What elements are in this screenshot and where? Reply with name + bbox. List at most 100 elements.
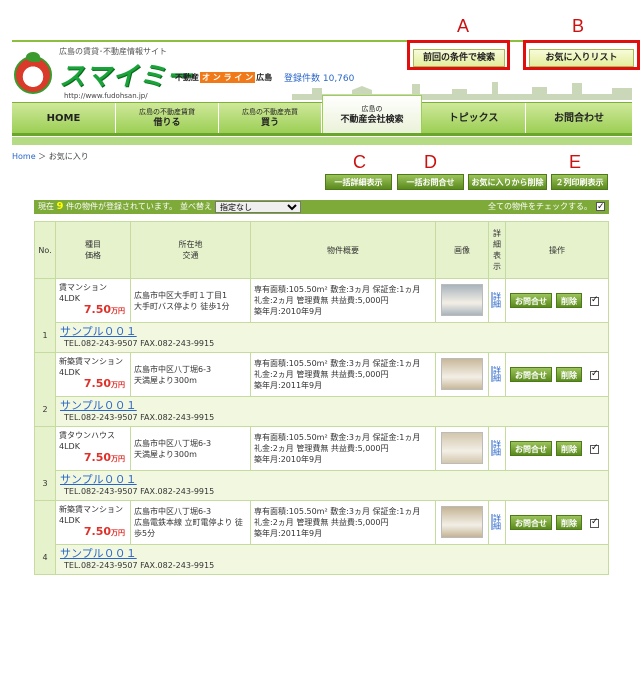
row-checkbox[interactable] xyxy=(590,443,599,454)
breadcrumb-current: お気に入り xyxy=(48,152,89,161)
row-price-unit: 万円 xyxy=(111,529,125,537)
nav-topics[interactable]: トピックス xyxy=(422,103,526,133)
table-row: 3 賃タウンハウス 4LDK 7.50万円 広島市中区八丁堀6-3 天満屋より300m 専有… xyxy=(34,426,609,501)
row-price: 7.50万円 xyxy=(59,452,127,465)
row-price: 7.50万円 xyxy=(59,378,127,391)
nav-subbar xyxy=(12,137,632,145)
header-price-label: 価格 xyxy=(85,251,101,260)
header-type-label: 種目 xyxy=(85,240,101,249)
nav-contact[interactable]: お問合わせ xyxy=(526,103,632,133)
row-access: 大手町バス停より 徒歩1分 xyxy=(134,301,230,311)
nav-company-search[interactable]: 広島の 不動産会社検索 xyxy=(322,95,422,133)
shop-name-link[interactable]: サンプル００１ xyxy=(60,547,604,560)
shop-name-link[interactable]: サンプル００１ xyxy=(60,473,604,486)
property-thumbnail[interactable] xyxy=(441,357,483,390)
nav-home[interactable]: HOME xyxy=(12,103,116,133)
annotation-d: D xyxy=(424,152,437,172)
breadcrumb-home[interactable]: Home xyxy=(12,152,36,161)
shop-tel: TEL.082-243-9507 FAX.082-243-9915 xyxy=(64,487,215,496)
sub-brand: 不動産オ ン ラ イ ン広島 xyxy=(175,72,272,83)
row-spec-1: 専有面積:105.50m² 敷金:3ヵ月 保証金:1ヵ月 xyxy=(254,507,421,516)
nav-rent-sub: 広島の不動産賃貸 xyxy=(139,108,195,116)
annotation-b: B xyxy=(572,16,585,36)
row-type: 新築賃マンション xyxy=(59,357,123,366)
sort-select[interactable]: 指定なし xyxy=(215,201,301,213)
row-detail-cell: 詳細 xyxy=(488,278,506,323)
property-thumbnail[interactable] xyxy=(441,431,483,464)
header-image: 画像 xyxy=(435,221,489,279)
row-address: 広島市中区八丁堀6-3 xyxy=(134,364,212,374)
row-checkbox[interactable] xyxy=(590,369,599,380)
table-row: 1 賃マンション 4LDK 7.50万円 広島市中区大手町１丁目1 大手町バス停より 徒歩… xyxy=(34,278,609,353)
favorites-table: No. 種目 価格 所在地 交通 物件概要 画像 詳細表示 操作 1 賃マンション 4L… xyxy=(34,221,609,575)
nav-rent[interactable]: 広島の不動産賃貸 借りる xyxy=(116,103,219,133)
row-summary-cell: 専有面積:105.50m² 敷金:3ヵ月 保証金:1ヵ月 礼金:2ヵ月 管理費無 … xyxy=(250,352,436,397)
logo-icon[interactable] xyxy=(14,52,52,94)
property-thumbnail[interactable] xyxy=(441,283,483,316)
row-price-value: 7.50 xyxy=(83,377,111,390)
row-shop-cell: サンプル００１ TEL.082-243-9507 FAX.082-243-9915 xyxy=(55,396,609,427)
row-spec-1: 専有面積:105.50m² 敷金:3ヵ月 保証金:1ヵ月 xyxy=(254,285,421,294)
detail-link[interactable]: 詳細 xyxy=(492,292,503,308)
inquiry-button[interactable]: お問合せ xyxy=(510,515,552,530)
header-summary: 物件概要 xyxy=(250,221,436,279)
inquiry-button[interactable]: お問合せ xyxy=(510,293,552,308)
status-bar: 現在 9 件の物件が登録されています。 並べ替え 指定なし 全ての物件をチェック… xyxy=(34,200,609,214)
table-row: 2 新築賃マンション 4LDK 7.50万円 広島市中区八丁堀6-3 天満屋より300m 専… xyxy=(34,352,609,427)
delete-button[interactable]: 削除 xyxy=(556,293,582,308)
row-type: 新築賃マンション xyxy=(59,505,123,514)
row-image-cell xyxy=(435,426,489,471)
row-spec-3: 築年月:2011年9月 xyxy=(254,381,323,390)
sub-brand-suffix: 広島 xyxy=(256,73,273,82)
shop-name-link[interactable]: サンプル００１ xyxy=(60,399,604,412)
site-logo[interactable]: スマイミー xyxy=(59,56,193,93)
inquiry-button[interactable]: お問合せ xyxy=(510,441,552,456)
row-price: 7.50万円 xyxy=(59,304,127,317)
row-image-cell xyxy=(435,500,489,545)
delete-button[interactable]: 削除 xyxy=(556,441,582,456)
row-type-cell: 新築賃マンション 4LDK 7.50万円 xyxy=(55,352,131,397)
property-thumbnail[interactable] xyxy=(441,505,483,538)
check-all-checkbox[interactable] xyxy=(596,200,605,214)
remove-favorites-button[interactable]: お気に入りから削除 xyxy=(468,174,547,190)
detail-link[interactable]: 詳細 xyxy=(492,440,503,456)
row-shop-cell: サンプル００１ TEL.082-243-9507 FAX.082-243-9915 xyxy=(55,544,609,575)
row-detail-cell: 詳細 xyxy=(488,426,506,471)
row-price-value: 7.50 xyxy=(83,451,111,464)
delete-button[interactable]: 削除 xyxy=(556,367,582,382)
shop-tel: TEL.082-243-9507 FAX.082-243-9915 xyxy=(64,561,215,570)
row-checkbox[interactable] xyxy=(590,517,599,528)
delete-button[interactable]: 削除 xyxy=(556,515,582,530)
row-spec-1: 専有面積:105.50m² 敷金:3ヵ月 保証金:1ヵ月 xyxy=(254,433,421,442)
nav-topics-label: トピックス xyxy=(448,112,499,124)
row-summary-cell: 専有面積:105.50m² 敷金:3ヵ月 保証金:1ヵ月 礼金:2ヵ月 管理費無 … xyxy=(250,278,436,323)
status-suffix: 件の物件が登録されています。 xyxy=(66,202,178,211)
row-type: 賃タウンハウス xyxy=(59,431,115,440)
row-type-cell: 新築賃マンション 4LDK 7.50万円 xyxy=(55,500,131,545)
detail-link[interactable]: 詳細 xyxy=(492,366,503,382)
print-2col-button[interactable]: ２列印刷表示 xyxy=(551,174,608,190)
row-summary-cell: 専有面積:105.50m² 敷金:3ヵ月 保証金:1ヵ月 礼金:2ヵ月 管理費無 … xyxy=(250,500,436,545)
row-spec-2: 礼金:2ヵ月 管理費無 共益費:5,000円 xyxy=(254,518,389,527)
row-price: 7.50万円 xyxy=(59,526,127,539)
table-row: 4 新築賃マンション 4LDK 7.50万円 広島市中区八丁堀6-3 広島電鉄本線 立町電… xyxy=(34,500,609,575)
main-nav: HOME 広島の不動産賃貸 借りる 広島の不動産売買 買う 広島の 不動産会社検索 ト… xyxy=(12,95,632,136)
row-address: 広島市中区大手町１丁目1 xyxy=(134,290,228,300)
inquiry-button[interactable]: お問合せ xyxy=(510,367,552,382)
row-address-cell: 広島市中区八丁堀6-3 天満屋より300m xyxy=(130,426,251,471)
detail-link[interactable]: 詳細 xyxy=(492,514,503,530)
row-ops-cell: お問合せ 削除 xyxy=(505,500,609,545)
table-header-row: No. 種目 価格 所在地 交通 物件概要 画像 詳細表示 操作 xyxy=(34,221,609,279)
row-checkbox[interactable] xyxy=(590,295,599,306)
shop-name-link[interactable]: サンプル００１ xyxy=(60,325,604,338)
favorites-list-button[interactable]: お気に入りリスト xyxy=(529,49,634,67)
prev-search-button[interactable]: 前回の条件で検索 xyxy=(413,49,505,67)
row-spec-2: 礼金:2ヵ月 管理費無 共益費:5,000円 xyxy=(254,370,389,379)
check-all-label: 全ての物件をチェックする。 xyxy=(488,202,592,211)
row-detail-cell: 詳細 xyxy=(488,500,506,545)
bulk-inquiry-button[interactable]: 一括お問合せ xyxy=(397,174,464,190)
bulk-detail-button[interactable]: 一括詳細表示 xyxy=(325,174,392,190)
row-price-unit: 万円 xyxy=(111,381,125,389)
nav-buy[interactable]: 広島の不動産売買 買う xyxy=(219,103,322,133)
nav-rent-label: 借りる xyxy=(153,118,181,128)
